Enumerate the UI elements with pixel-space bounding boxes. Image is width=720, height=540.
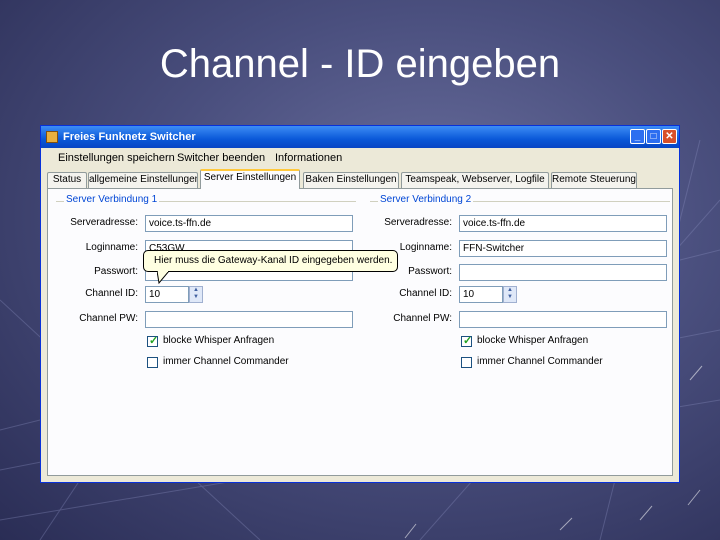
app-icon [46,131,58,143]
server1-commander-label: immer Channel Commander [163,356,289,367]
menu-bar: Einstellungen speichern Switcher beenden… [41,148,679,168]
server2-commander-label: immer Channel Commander [477,356,603,367]
server2-whisper-checkbox[interactable]: ✓ [461,335,473,347]
server1-whisper-checkbox[interactable]: ✓ [147,335,159,347]
address-label: Serveradresse: [384,217,452,228]
server2-channel-id-input[interactable]: 10 [459,286,503,303]
server2-address-input[interactable]: voice.ts-ffn.de [459,215,667,232]
minimize-button[interactable]: _ [630,129,645,144]
server1-channel-id-stepper[interactable]: ▲ ▼ [189,286,203,303]
spin-down-icon[interactable]: ▼ [190,294,202,301]
spin-down-icon[interactable]: ▼ [504,294,516,301]
tab-remote-control[interactable]: Remote Steuerung [551,172,637,188]
menu-exit-switcher[interactable]: Switcher beenden [177,152,265,164]
server2-whisper-label: blocke Whisper Anfragen [477,335,589,346]
spin-up-icon[interactable]: ▲ [504,287,516,294]
channel-pw-label: Channel PW: [79,313,138,324]
address-label: Serveradresse: [70,217,138,228]
tab-beacon-settings[interactable]: Baken Einstellungen [303,172,399,188]
channel-id-label: Channel ID: [399,288,452,299]
window-title: Freies Funknetz Switcher [63,131,196,143]
window-titlebar[interactable]: Freies Funknetz Switcher _ □ ✕ [41,126,679,148]
group-label: Server Verbindung 2 [378,194,474,205]
menu-information[interactable]: Informationen [275,152,342,164]
tab-strip: Status allgemeine Einstellungen Server E… [47,169,677,189]
server2-commander-checkbox[interactable] [461,357,472,368]
check-icon: ✓ [463,335,473,347]
group-label: Server Verbindung 1 [64,194,160,205]
switcher-window: Freies Funknetz Switcher _ □ ✕ Einstellu… [40,125,680,483]
server1-commander-checkbox[interactable] [147,357,158,368]
server-connection-1-group: Server Verbindung 1 Serveradresse: voice… [56,194,356,461]
server1-whisper-label: blocke Whisper Anfragen [163,335,275,346]
server-settings-panel: Server Verbindung 1 Serveradresse: voice… [47,188,673,476]
server2-password-input[interactable] [459,264,667,281]
spin-up-icon[interactable]: ▲ [190,287,202,294]
server1-address-input[interactable]: voice.ts-ffn.de [145,215,353,232]
tab-teamspeak-webserver-logfile[interactable]: Teamspeak, Webserver, Logfile [401,172,549,188]
close-button[interactable]: ✕ [662,129,677,144]
channel-id-label: Channel ID: [85,288,138,299]
slide-title: Channel - ID eingeben [159,42,561,86]
server-connection-2-group: Server Verbindung 2 Serveradresse: voice… [370,194,670,461]
tab-general-settings[interactable]: allgemeine Einstellungen [88,172,198,188]
channel-id-tooltip: Hier muss die Gateway-Kanal ID eingegebe… [143,250,398,272]
menu-save-settings[interactable]: Einstellungen speichern [58,152,175,164]
tab-server-settings[interactable]: Server Einstellungen [200,169,300,189]
server1-channel-id-input[interactable]: 10 [145,286,189,303]
server2-login-input[interactable]: FFN-Switcher [459,240,667,257]
server1-channel-pw-input[interactable] [145,311,353,328]
server2-channel-id-stepper[interactable]: ▲ ▼ [503,286,517,303]
maximize-button[interactable]: □ [646,129,661,144]
tab-status[interactable]: Status [47,172,87,188]
channel-pw-label: Channel PW: [393,313,452,324]
tooltip-pointer [157,271,170,285]
check-icon: ✓ [149,335,159,347]
server2-channel-pw-input[interactable] [459,311,667,328]
password-label: Passwort: [94,266,138,277]
login-label: Loginname: [85,242,138,253]
